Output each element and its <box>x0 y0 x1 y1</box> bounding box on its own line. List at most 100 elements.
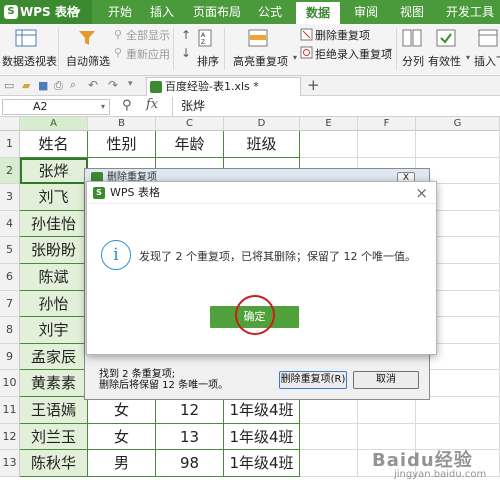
new-tab-button[interactable]: + <box>307 76 320 95</box>
save-icon[interactable]: ■ <box>38 79 48 92</box>
tab-data[interactable]: 数据 <box>296 2 340 24</box>
grid-cell[interactable] <box>300 423 358 451</box>
remove-duplicates-icon <box>300 28 313 41</box>
name-cell[interactable]: 刘飞 <box>20 184 88 211</box>
insert-dropdown-button[interactable]: 插入下 <box>474 53 500 69</box>
menu-bar: S WPS 表格 ▾ 开始 插入 页面布局 公式 数据 审阅 视图 开发工具 <box>0 0 500 24</box>
table-header-cell[interactable]: 姓名 <box>20 131 88 158</box>
data-cell[interactable]: 1年级4班 <box>224 450 300 477</box>
name-cell[interactable]: 黄素素 <box>20 370 88 397</box>
name-cell[interactable]: 刘宇 <box>20 317 88 344</box>
remove-duplicates-button[interactable]: 删除重复项 <box>315 27 370 43</box>
name-cell[interactable]: 张烨 <box>20 157 88 185</box>
grid-cell[interactable] <box>300 450 358 477</box>
app-name: WPS 表格 <box>20 5 79 19</box>
undo-icon[interactable]: ↶ <box>88 78 98 92</box>
column-header-f[interactable]: F <box>358 117 416 131</box>
tab-formulas[interactable]: 公式 <box>250 0 290 24</box>
row-header[interactable]: 9 <box>0 343 20 371</box>
sort-button[interactable]: 排序 <box>197 53 219 69</box>
formula-input[interactable]: 张烨 <box>172 97 500 116</box>
tab-review[interactable]: 审阅 <box>346 0 386 24</box>
insert-dropdown-icon <box>478 29 498 47</box>
message-box: S WPS 表格 × i 发现了 2 个重复项，已将其删除；保留了 12 个唯一… <box>86 181 437 355</box>
name-cell[interactable]: 陈秋华 <box>20 450 88 477</box>
fx-icon[interactable]: fx <box>146 97 158 112</box>
cancel-button[interactable]: 取消 <box>353 371 419 389</box>
show-all-button[interactable]: 全部显示 <box>126 27 170 43</box>
row-header[interactable]: 8 <box>0 317 20 344</box>
app-menu-button[interactable]: S WPS 表格 ▾ <box>0 0 92 24</box>
ribbon-divider <box>173 28 174 70</box>
table-header-cell[interactable]: 性别 <box>88 131 156 158</box>
table-header-cell[interactable]: 班级 <box>224 131 300 158</box>
data-cell[interactable]: 13 <box>156 423 224 451</box>
row-header[interactable]: 6 <box>0 264 20 291</box>
row-header[interactable]: 3 <box>0 184 20 211</box>
tab-insert[interactable]: 插入 <box>142 0 182 24</box>
grid-cell[interactable] <box>416 397 500 424</box>
split-columns-icon <box>402 29 422 47</box>
data-cell[interactable]: 98 <box>156 450 224 477</box>
data-cell[interactable]: 女 <box>88 423 156 451</box>
data-cell[interactable]: 12 <box>156 397 224 424</box>
close-icon[interactable]: × <box>415 184 428 202</box>
highlight-duplicates-button[interactable]: 高亮重复项 <box>233 53 288 69</box>
row-header[interactable]: 4 <box>0 210 20 238</box>
row-header[interactable]: 10 <box>0 370 20 397</box>
name-box[interactable]: A2 ▾ <box>2 99 110 115</box>
row-header[interactable]: 7 <box>0 290 20 318</box>
table-header-cell[interactable]: 年龄 <box>156 131 224 158</box>
document-tab[interactable]: 百度经验-表1.xls * <box>146 77 301 96</box>
tab-developer[interactable]: 开发工具 <box>440 0 500 24</box>
data-cell[interactable]: 1年级4班 <box>224 397 300 424</box>
name-cell[interactable]: 王语嫣 <box>20 397 88 424</box>
print-icon[interactable]: ⎙ <box>54 79 63 93</box>
grid-cell[interactable] <box>300 131 358 158</box>
chevron-down-icon[interactable]: ▾ <box>128 79 133 89</box>
chevron-down-icon: ▾ <box>293 53 298 62</box>
select-all-corner[interactable] <box>0 117 20 131</box>
name-cell[interactable]: 孙佳怡 <box>20 210 88 238</box>
reapply-button[interactable]: 重新应用 <box>126 46 170 62</box>
reject-duplicates-button[interactable]: 拒绝录入重复项 <box>315 46 392 62</box>
column-header-a[interactable]: A <box>20 117 88 131</box>
open-folder-icon[interactable]: ▰ <box>22 79 30 92</box>
name-cell[interactable]: 刘兰玉 <box>20 423 88 451</box>
grid-cell[interactable] <box>300 397 358 424</box>
row-header[interactable]: 2 <box>0 157 20 185</box>
name-cell[interactable]: 孙怡 <box>20 290 88 318</box>
pivot-table-button[interactable]: 数据透视表 <box>2 53 57 69</box>
row-header[interactable]: 1 <box>0 131 20 158</box>
column-header-d[interactable]: D <box>224 117 300 131</box>
tab-page-layout[interactable]: 页面布局 <box>186 0 248 24</box>
data-cell[interactable]: 男 <box>88 450 156 477</box>
name-cell[interactable]: 陈斌 <box>20 264 88 291</box>
column-header-g[interactable]: G <box>416 117 500 131</box>
row-header[interactable]: 13 <box>0 450 20 477</box>
name-cell[interactable]: 张盼盼 <box>20 237 88 264</box>
grid-cell[interactable] <box>358 397 416 424</box>
tab-view[interactable]: 视图 <box>392 0 432 24</box>
grid-cell[interactable] <box>358 131 416 158</box>
autofilter-button[interactable]: 自动筛选 <box>66 53 110 69</box>
data-cell[interactable]: 女 <box>88 397 156 424</box>
row-header[interactable]: 12 <box>0 423 20 451</box>
column-header-e[interactable]: E <box>300 117 358 131</box>
validity-button[interactable]: 有效性 <box>428 53 461 69</box>
redo-icon[interactable]: ↷ <box>108 78 118 92</box>
zoom-icon[interactable]: ⚲ <box>122 98 132 113</box>
new-file-icon[interactable]: ▭ <box>4 79 14 92</box>
data-cell[interactable]: 1年级4班 <box>224 423 300 451</box>
column-header-b[interactable]: B <box>88 117 156 131</box>
split-columns-button[interactable]: 分列 <box>402 53 424 69</box>
column-header-c[interactable]: C <box>156 117 224 131</box>
print-preview-icon[interactable]: ⌕ <box>70 78 76 92</box>
row-header[interactable]: 5 <box>0 237 20 264</box>
grid-cell[interactable] <box>416 131 500 158</box>
spreadsheet-file-icon <box>150 81 162 93</box>
row-header[interactable]: 11 <box>0 397 20 424</box>
remove-duplicates-confirm-button[interactable]: 删除重复项(R) <box>279 371 347 389</box>
tab-home[interactable]: 开始 <box>100 0 140 24</box>
name-cell[interactable]: 孟家辰 <box>20 343 88 371</box>
